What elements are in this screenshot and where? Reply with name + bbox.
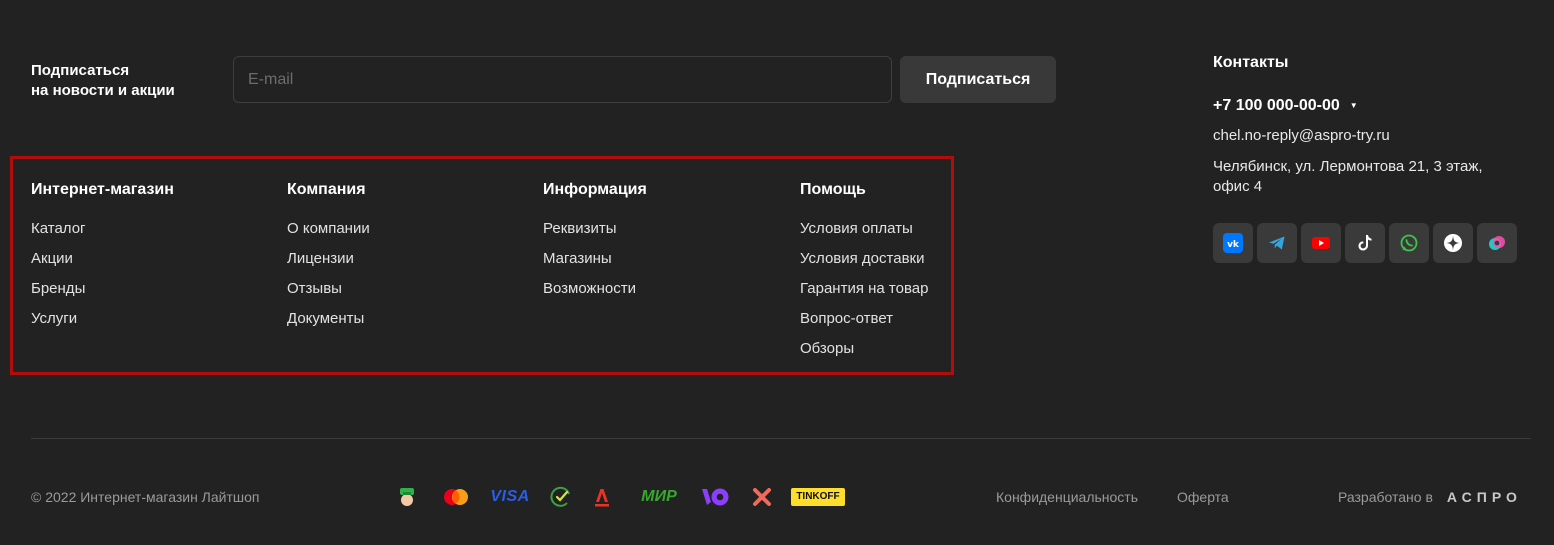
aspro-logo[interactable]: АСПРО [1447,489,1522,505]
youtube-icon[interactable] [1301,223,1341,263]
offer-link[interactable]: Оферта [1177,489,1229,505]
footer-divider [31,438,1531,439]
contact-email[interactable]: chel.no-reply@aspro-try.ru [1213,127,1517,145]
halva-icon [751,486,773,508]
visa-text: VISA [490,488,530,505]
copyright: © 2022 Интернет-магазин Лайтшоп [31,489,260,505]
contacts-title: Контакты [1213,54,1289,71]
menu-column-title: Информация [543,181,647,198]
visa-icon: VISA [490,486,530,508]
menu-link-delivery[interactable]: Условия доставки [800,250,924,267]
menu-link-requisites[interactable]: Реквизиты [543,220,617,237]
menu-link-warranty[interactable]: Гарантия на товар [800,280,928,297]
whatsapp-icon[interactable] [1389,223,1429,263]
vk-icon[interactable]: vk [1213,223,1253,263]
tinkoff-icon: TINKOFF [787,486,849,508]
menu-column-title: Интернет-магазин [31,181,174,198]
menu-column-company: Компания О компании Лицензии Отзывы Доку… [287,180,370,339]
subscribe-label: Подписаться на новости и акции [31,61,175,101]
developed-by-label: Разработано в [1338,489,1433,505]
menu-link-features[interactable]: Возможности [543,280,636,297]
menu-link-reviews[interactable]: Отзывы [287,280,342,297]
menu-link-reviews-posts[interactable]: Обзоры [800,340,854,357]
tiktok-icon[interactable] [1345,223,1385,263]
phone-dropdown[interactable]: +7 100 000-00-00 ▼ [1213,97,1517,115]
menu-link-payment[interactable]: Условия оплаты [800,220,913,237]
menu-link-services[interactable]: Услуги [31,310,77,327]
email-input[interactable] [233,56,892,103]
mastercard-icon [440,486,472,508]
menu-link-catalog[interactable]: Каталог [31,220,86,237]
zen-icon[interactable] [1433,223,1473,263]
contacts-block: Контакты +7 100 000-00-00 ▼ chel.no-repl… [1213,54,1517,263]
privacy-link[interactable]: Конфиденциальность [996,489,1138,505]
alfa-icon [593,486,611,508]
caret-down-icon[interactable]: ▼ [1350,97,1358,115]
menu-link-sales[interactable]: Акции [31,250,73,267]
payment-methods: VISA МИР TINKOFF [396,486,849,508]
telegram-icon[interactable] [1257,223,1297,263]
subscribe-label-line1: Подписаться [31,62,130,79]
menu-link-licenses[interactable]: Лицензии [287,250,354,267]
odnoklassniki-icon[interactable] [1477,223,1517,263]
social-links: vk [1213,223,1517,263]
yoomoney-icon [701,486,731,508]
menu-link-faq[interactable]: Вопрос-ответ [800,310,893,327]
menu-link-documents[interactable]: Документы [287,310,364,327]
menu-link-about[interactable]: О компании [287,220,370,237]
menu-column-info: Информация Реквизиты Магазины Возможност… [543,180,647,309]
subscribe-label-line2: на новости и акции [31,82,175,99]
menu-column-shop: Интернет-магазин Каталог Акции Бренды Ус… [31,180,174,339]
menu-link-stores[interactable]: Магазины [543,250,612,267]
menu-column-help: Помощь Условия оплаты Условия доставки Г… [800,180,928,369]
menu-link-brands[interactable]: Бренды [31,280,85,297]
contact-address: Челябинск, ул. Лермонтова 21, 3 этаж, оф… [1213,158,1483,195]
developer-credit: Разработано в АСПРО [1338,489,1522,505]
tinkoff-text: TINKOFF [791,488,845,506]
sbp-icon [550,486,572,508]
sber-icon [396,486,418,508]
mir-text: МИР [641,488,677,505]
mir-icon: МИР [633,486,685,508]
phone-number[interactable]: +7 100 000-00-00 [1213,97,1340,115]
svg-text:vk: vk [1227,240,1240,250]
subscribe-button[interactable]: Подписаться [900,56,1056,103]
menu-column-title: Компания [287,181,366,198]
menu-column-title: Помощь [800,181,866,198]
